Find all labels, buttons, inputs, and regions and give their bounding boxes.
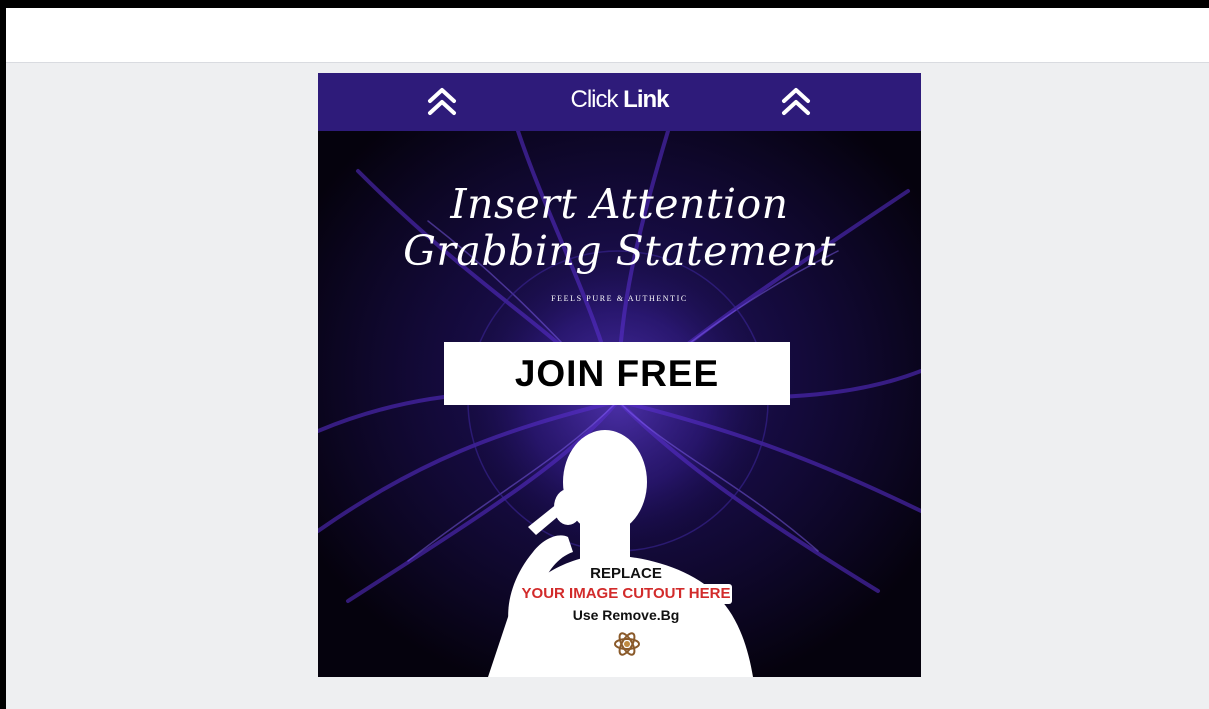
headline-line-2: Grabbing Statement <box>403 227 836 275</box>
headline-line-1: Insert Attention <box>450 180 789 228</box>
design-canvas[interactable]: Click Link Insert Attention Grabbing Sta… <box>318 73 921 677</box>
person-silhouette[interactable] <box>418 427 768 677</box>
click-link-text: Click Link <box>318 86 921 114</box>
tagline[interactable]: FEELS PURE & AUTHENTIC <box>318 294 921 303</box>
link-word: Link <box>623 86 669 113</box>
replace-title: REPLACE <box>590 565 662 582</box>
double-chevron-up-icon <box>782 88 810 115</box>
join-free-button[interactable]: JOIN FREE <box>444 342 790 405</box>
click-link-banner[interactable]: Click Link <box>318 73 921 131</box>
click-word: Click <box>570 86 618 113</box>
replace-placeholder: REPLACE YOUR IMAGE CUTOUT HERE Use Remov… <box>498 563 754 626</box>
atom-icon <box>614 632 640 656</box>
replace-hint: Use Remove.Bg <box>572 607 680 623</box>
replace-instruction: YOUR IMAGE CUTOUT HERE <box>519 584 733 604</box>
top-toolbar <box>6 8 1209 62</box>
headline[interactable]: Insert Attention Grabbing Statement <box>318 181 921 275</box>
